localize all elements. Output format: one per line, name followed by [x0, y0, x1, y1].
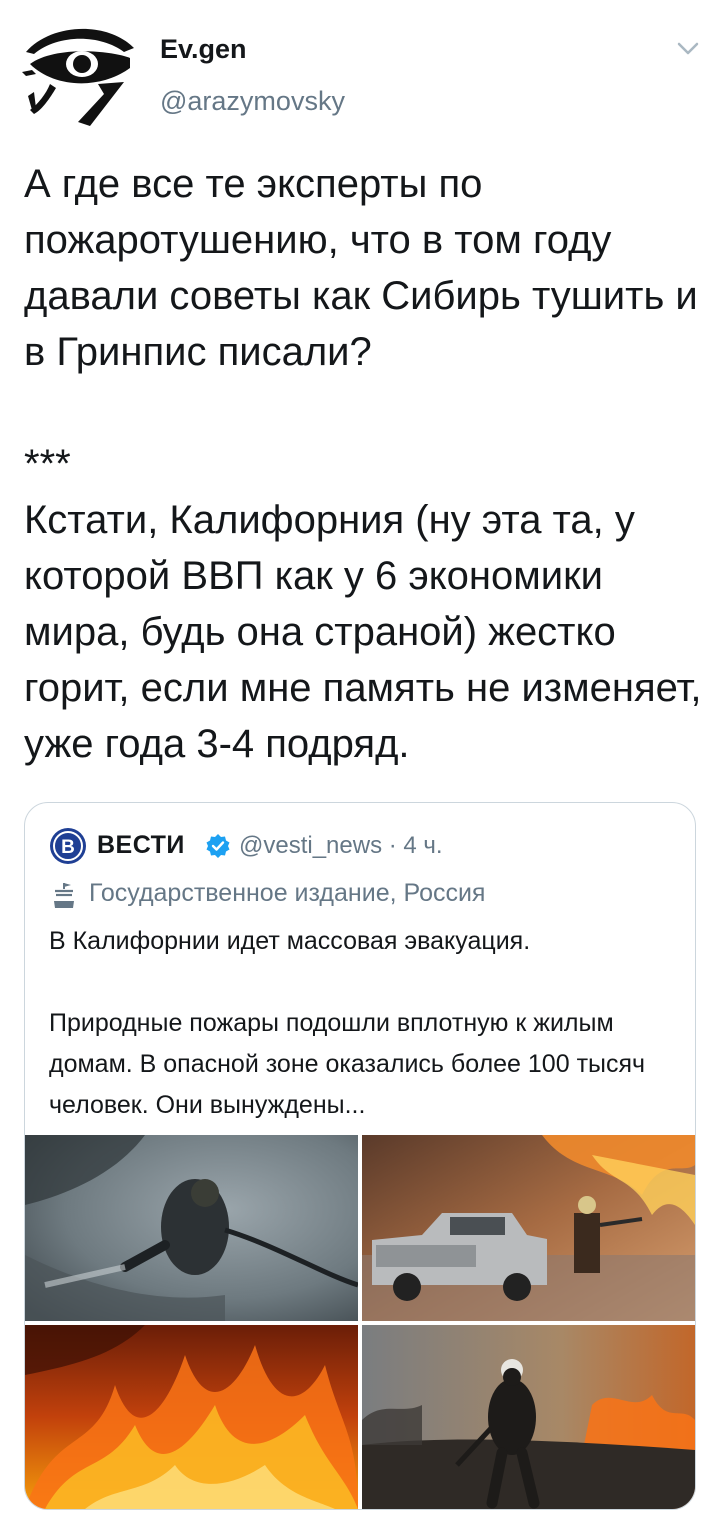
author-handle[interactable]: @arazymovsky [160, 86, 345, 117]
tweet-text: А где все те эксперты по пожаротушению, … [24, 162, 702, 766]
firefighter-next-to-pickup-truck-photo[interactable] [362, 1135, 695, 1321]
state-media-icon [49, 881, 79, 911]
quoted-tweet-header: В ВЕСТИ @vesti_news · 4 ч. [49, 823, 689, 865]
quoted-handle-time[interactable]: @vesti_news · 4 ч. [239, 832, 443, 860]
firefighter-walking-through-burnt-field-photo[interactable] [362, 1325, 695, 1509]
author-display-name[interactable]: Ev.gen [160, 34, 247, 65]
eye-of-horus-icon[interactable] [20, 18, 138, 130]
quoted-tweet-text: В Калифорнии идет массовая эвакуация. Пр… [49, 927, 646, 1119]
svg-text:В: В [61, 837, 75, 858]
quoted-display-name[interactable]: ВЕСТИ [97, 831, 185, 860]
vesti-logo-icon[interactable]: В [49, 827, 87, 865]
firefighter-spraying-hose-photo[interactable] [25, 1135, 358, 1321]
verified-badge-icon [205, 833, 231, 859]
chevron-down-icon[interactable] [674, 34, 702, 62]
state-media-label-text: Государственное издание, Россия [89, 879, 486, 907]
state-media-label[interactable]: Государственное издание, Россия [49, 877, 689, 913]
wildfire-flames-photo[interactable] [25, 1325, 358, 1509]
tweet-header: Ev.gen @arazymovsky [0, 0, 720, 140]
quoted-media-grid [25, 1135, 695, 1509]
quoted-tweet-card[interactable]: В ВЕСТИ @vesti_news · 4 ч. Государственн… [24, 802, 696, 1510]
